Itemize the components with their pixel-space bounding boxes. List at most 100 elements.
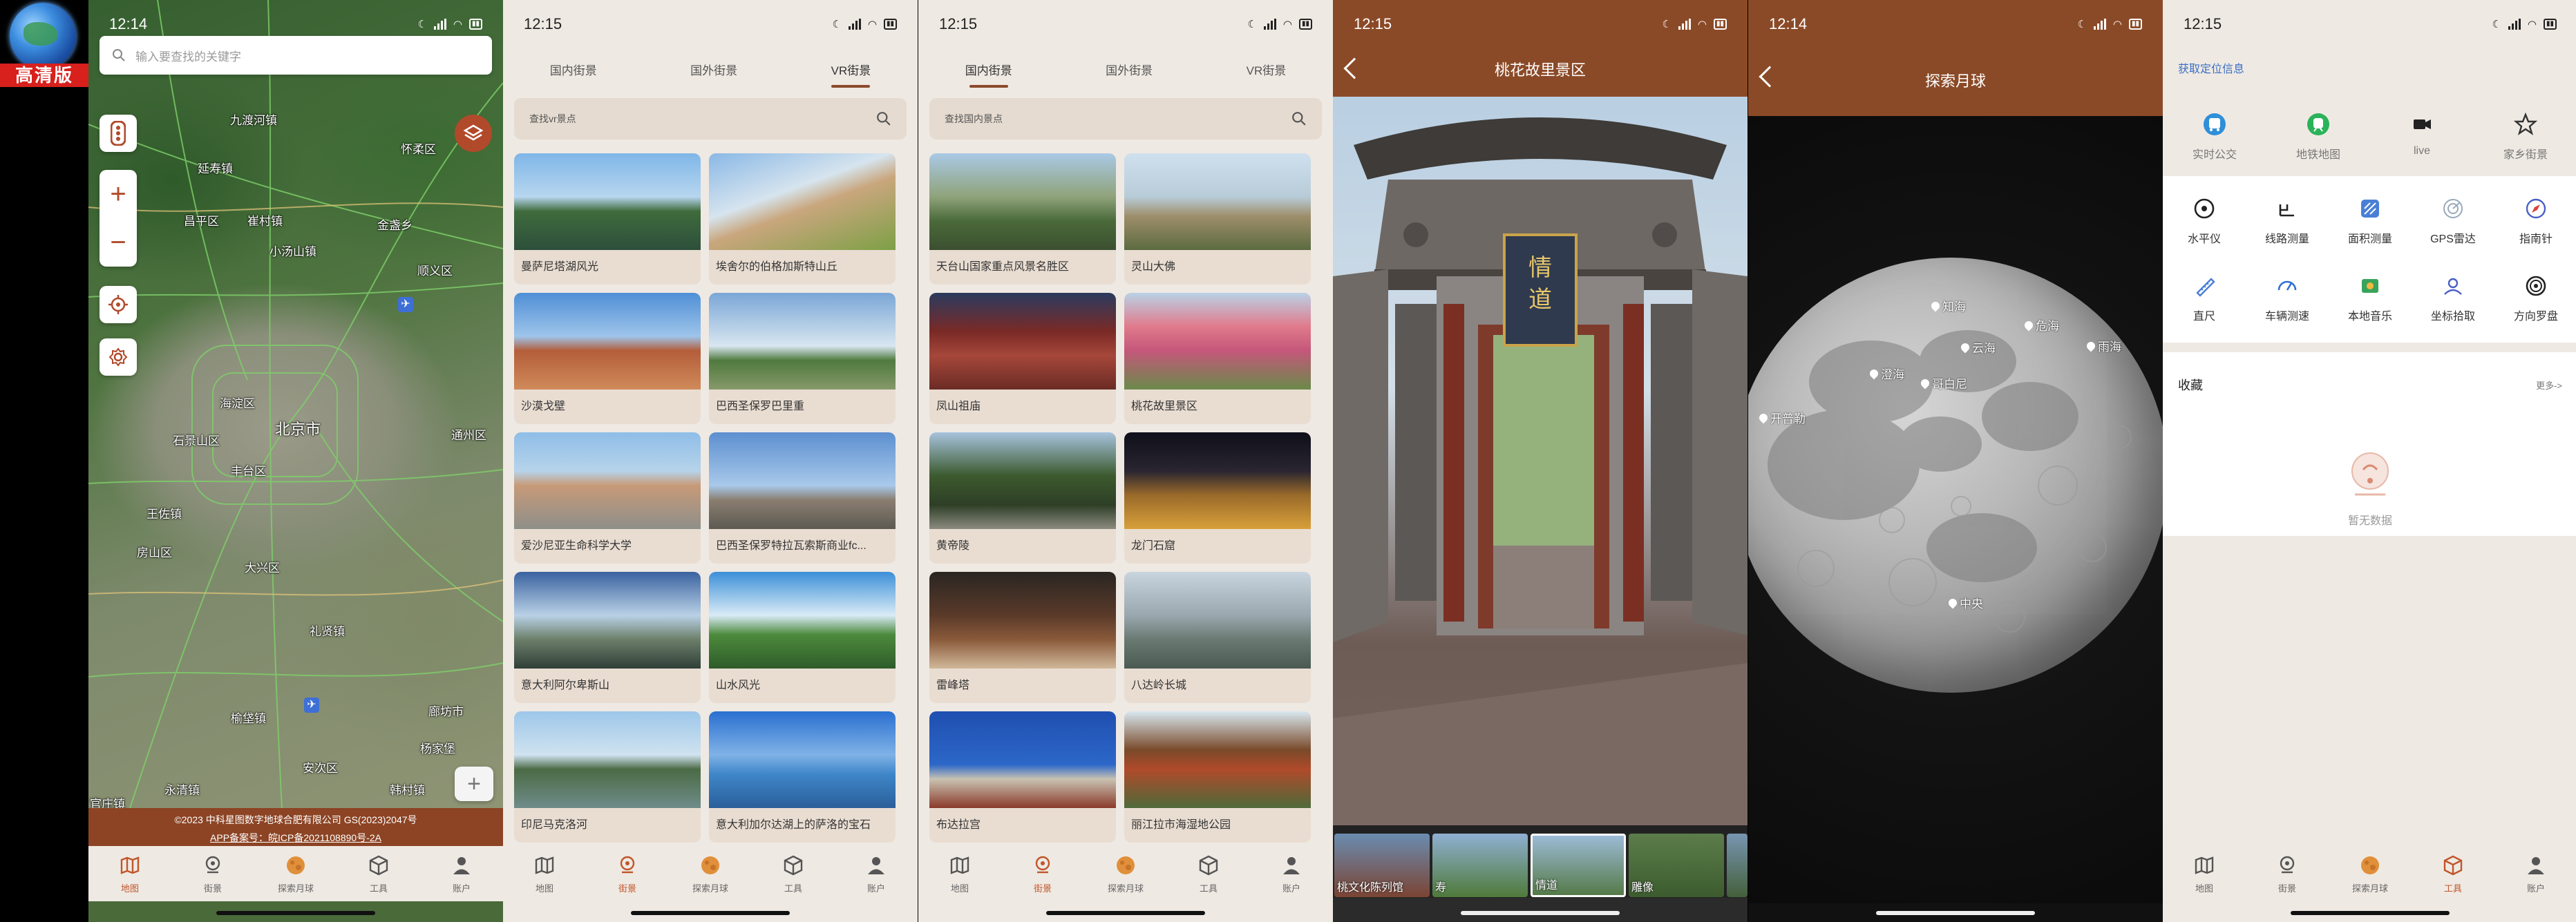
moon-region-label[interactable]: 雨海 [2085, 337, 2121, 354]
traffic-light-icon [111, 121, 126, 146]
favorites-more-link[interactable]: 更多-> [2536, 378, 2562, 392]
nav-item-moon[interactable]: 探索月球 [2332, 854, 2408, 894]
scene-card[interactable]: 桃花故里景区 [1124, 293, 1311, 424]
icp-link[interactable]: APP备案号：皖ICP备2021108890号-2A [88, 829, 503, 847]
tool-level[interactable]: 水平仪 [2166, 195, 2242, 246]
scene-card-title: 爱沙尼亚生命科学大学 [521, 540, 632, 552]
scene-card[interactable]: 巴西圣保罗特拉瓦索斯商业fc... [709, 432, 896, 564]
scene-card[interactable]: 丽江拉市海湿地公园 [1124, 711, 1311, 843]
locate-button[interactable] [100, 286, 137, 323]
settings-button[interactable] [100, 338, 137, 376]
pin-icon [1757, 412, 1770, 423]
scene-card[interactable]: 爱沙尼亚生命科学大学 [514, 432, 701, 564]
domestic-search-input[interactable]: 查找国内景点 [929, 98, 1322, 140]
scene-thumbnail[interactable]: 寿 [1432, 834, 1528, 897]
nav-item-box[interactable]: 工具 [341, 854, 417, 894]
scene-card[interactable]: 印尼马克洛河 [514, 711, 701, 843]
nav-item-streetview[interactable]: 街景 [2249, 854, 2325, 894]
nav-item-streetview[interactable]: 街景 [1005, 854, 1081, 894]
vr-panorama[interactable]: 情道 [1333, 97, 1748, 825]
scene-card[interactable]: 黄帝陵 [929, 432, 1116, 564]
tool-ruler[interactable]: 直尺 [2166, 272, 2242, 323]
nav-item-user[interactable]: 账户 [2498, 854, 2574, 894]
page-title: 桃花故里景区 [1494, 61, 1586, 79]
tool-star[interactable]: 家乡街景 [2488, 111, 2564, 162]
tab-foreign[interactable]: 国外街景 [1099, 55, 1159, 84]
tool-coordinate[interactable]: 坐标拾取 [2415, 272, 2491, 323]
scene-card[interactable]: 曼萨尼塔湖风光 [514, 153, 701, 285]
scene-card[interactable]: 意大利阿尔卑斯山 [514, 572, 701, 703]
tab-domestic[interactable]: 国内街景 [958, 55, 1019, 88]
zoom-out-button[interactable]: − [110, 227, 126, 258]
moon-region-label[interactable]: 哥白尼 [1919, 374, 1967, 392]
nav-item-map[interactable]: 地图 [92, 854, 168, 894]
scene-thumbnail[interactable] [1727, 834, 1748, 897]
area-icon [2356, 195, 2384, 222]
nav-item-map[interactable]: 地图 [506, 854, 583, 894]
nav-item-box[interactable]: 工具 [2415, 854, 2491, 894]
nav-item-moon[interactable]: 探索月球 [258, 854, 334, 894]
scene-card[interactable]: 意大利加尔达湖上的萨洛的宝石 [709, 711, 896, 843]
nav-item-map[interactable]: 地图 [922, 854, 998, 894]
vr-search-input[interactable]: 查找vr景点 [514, 98, 907, 140]
scene-card[interactable]: 巴西圣保罗巴里重 [709, 293, 896, 424]
moon-status-icon: ☾ [1247, 19, 1257, 30]
scene-thumbnail-active[interactable]: 情道 [1531, 834, 1626, 897]
nav-item-moon[interactable]: 探索月球 [672, 854, 748, 894]
scene-thumbnail[interactable]: 桃文化陈列馆 [1334, 834, 1430, 897]
tool-bus[interactable]: 实时公交 [2177, 111, 2253, 162]
tool-speedometer[interactable]: 车辆测速 [2249, 272, 2325, 323]
scene-card[interactable]: 凤山祖庙 [929, 293, 1116, 424]
tab-foreign[interactable]: 国外街景 [683, 55, 744, 84]
battery-icon: ▮▮ [468, 19, 482, 30]
box-icon [2441, 854, 2465, 877]
scene-card[interactable]: 灵山大佛 [1124, 153, 1311, 285]
tool-radar[interactable]: GPS雷达 [2415, 195, 2491, 246]
moon-region-label[interactable]: 开普勒 [1757, 409, 1806, 426]
moon-viewer[interactable]: 知海 澄海 云海 危海 雨海 哥白尼 开普勒 中央 [1748, 116, 2163, 903]
scene-card[interactable]: 山水风光 [709, 572, 896, 703]
scene-card[interactable]: 沙漠戈壁 [514, 293, 701, 424]
moon-region-label[interactable]: 中央 [1947, 594, 1983, 611]
moon-icon [699, 854, 722, 877]
tool-compass[interactable]: 指南针 [2498, 195, 2574, 246]
moon-region-label[interactable]: 危海 [2023, 316, 2059, 334]
moon-region-label[interactable]: 云海 [1959, 338, 1996, 356]
nav-item-moon[interactable]: 探索月球 [1088, 854, 1164, 894]
nav-item-user[interactable]: 账户 [1253, 854, 1329, 894]
add-marker-button[interactable]: + [455, 767, 493, 801]
scene-thumbnail[interactable]: 雕像 [1629, 834, 1724, 897]
tab-vr[interactable]: VR街景 [824, 55, 878, 88]
moon-region-label[interactable]: 澄海 [1868, 365, 1904, 382]
tool-camera[interactable]: live [2384, 111, 2460, 162]
nav-label: 街景 [2277, 883, 2296, 894]
traffic-light-button[interactable] [100, 115, 137, 152]
nav-item-box[interactable]: 工具 [1171, 854, 1247, 894]
get-location-link[interactable]: 获取定位信息 [2178, 59, 2244, 76]
moon-region-label[interactable]: 知海 [1929, 297, 1966, 314]
tab-vr[interactable]: VR街景 [1240, 55, 1294, 84]
nav-item-user[interactable]: 账户 [838, 854, 914, 894]
scene-card[interactable]: 雷峰塔 [929, 572, 1116, 703]
nav-item-streetview[interactable]: 街景 [589, 854, 665, 894]
tool-metro[interactable]: 地铁地图 [2280, 111, 2356, 162]
tool-music[interactable]: 本地音乐 [2332, 272, 2408, 323]
nav-item-streetview[interactable]: 街景 [175, 854, 251, 894]
nav-item-map[interactable]: 地图 [2166, 854, 2242, 894]
pin-icon [1947, 597, 1959, 608]
tab-domestic[interactable]: 国内街景 [543, 55, 604, 84]
tool-area[interactable]: 面积测量 [2332, 195, 2408, 246]
satellite-map[interactable]: 九渡河镇 怀柔区 延寿镇 昌平区 崔村镇 小汤山镇 金盏乡 顺义区 海淀区 石景… [88, 0, 503, 808]
tool-ruler-line[interactable]: 线路测量 [2249, 195, 2325, 246]
zoom-in-button[interactable]: + [110, 179, 126, 210]
layers-button[interactable] [455, 115, 492, 152]
nav-item-box[interactable]: 工具 [755, 854, 831, 894]
moon-globe[interactable] [1748, 258, 2163, 693]
scene-card[interactable]: 布达拉宫 [929, 711, 1116, 843]
scene-card[interactable]: 天台山国家重点风景名胜区 [929, 153, 1116, 285]
scene-card[interactable]: 八达岭长城 [1124, 572, 1311, 703]
scene-card[interactable]: 龙门石窟 [1124, 432, 1311, 564]
nav-item-user[interactable]: 账户 [424, 854, 500, 894]
tool-direction[interactable]: 方向罗盘 [2498, 272, 2574, 323]
scene-card[interactable]: 埃舍尔的伯格加斯特山丘 [709, 153, 896, 285]
